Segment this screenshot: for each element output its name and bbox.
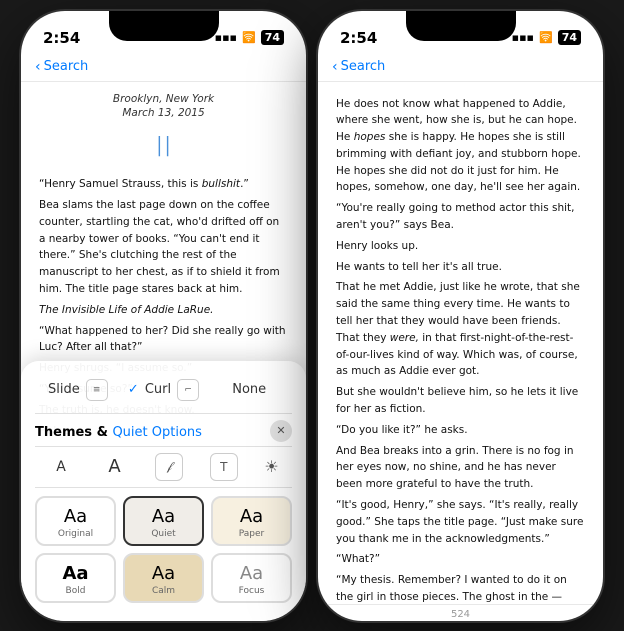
right-status-icons: ▪▪▪ 🛜 74 [512,30,581,45]
close-button[interactable]: ✕ [270,420,292,442]
font-large-btn[interactable]: A [100,454,128,479]
right-wifi-icon: 🛜 [539,31,553,44]
font-small-btn[interactable]: A [48,457,74,477]
quiet-options-label[interactable]: Quiet Options [112,425,201,440]
curl-label: Curl [145,382,171,397]
theme-calm-aa: Aa [152,563,175,584]
theme-focus-aa: Aa [240,563,263,584]
left-back-button[interactable]: ‹ Search [35,59,88,75]
theme-original-label: Original [58,529,93,539]
theme-bold-inner: Aa Bold [37,555,114,601]
para-3: “What happened to her? Did she really go… [39,323,288,357]
theme-quiet-aa: Aa [152,506,175,527]
theme-original-aa: Aa [64,506,87,527]
font-style-btn[interactable]: 𝒻 [155,453,183,481]
theme-focus[interactable]: Aa Focus [211,553,292,603]
scroll-options: Slide ≡ ✓ Curl ⌐ None [35,371,292,414]
r-para-6: “Do you like it?” he asks. [336,422,585,439]
page-number: 524 [451,609,470,620]
theme-quiet[interactable]: Aa Quiet [123,496,204,546]
notch [109,11,219,41]
themes-header: Themes & Quiet Options ✕ [35,420,292,442]
theme-quiet-inner: Aa Quiet [125,498,202,544]
phones-container: 2:54 ▪▪▪ 🛜 74 ‹ Search Brooklyn, New Yor… [11,1,613,631]
scroll-option-none[interactable]: None [206,378,292,401]
chapter-number: II [39,125,288,168]
theme-original[interactable]: Aa Original [35,496,116,546]
battery-icon: 74 [261,30,284,45]
themes-section: Themes & Quiet Options [35,421,202,440]
right-battery-icon: 74 [558,30,581,45]
r-para-5: But she wouldn't believe him, so he lets… [336,384,585,418]
left-time: 2:54 [43,29,80,47]
scroll-option-slide[interactable]: Slide ≡ [35,375,121,405]
chevron-left-icon: ‹ [35,59,41,75]
r-para-1: “You're really going to method actor thi… [336,200,585,234]
right-book-content: He does not know what happened to Addie,… [318,82,603,604]
r-para-10: “My thesis. Remember? I wanted to do it … [336,572,585,603]
theme-bold[interactable]: Aa Bold [35,553,116,603]
r-para-9: “What?” [336,551,585,568]
check-icon: ✓ [128,382,139,397]
font-type-btn[interactable]: T [210,453,238,481]
overlay-panel: Slide ≡ ✓ Curl ⌐ None Themes & Quiet Opt… [21,361,306,621]
r-para-2: Henry looks up. [336,238,585,255]
theme-calm-inner: Aa Calm [125,555,202,601]
theme-bold-label: Bold [66,586,86,596]
none-label: None [232,382,266,397]
r-para-7: And Bea breaks into a grin. There is no … [336,443,585,493]
font-controls: A A 𝒻 T ☀ [35,446,292,488]
scroll-option-curl[interactable]: ✓ Curl ⌐ [121,375,207,405]
left-status-icons: ▪▪▪ 🛜 74 [215,30,284,45]
slide-icon: ≡ [86,379,108,401]
book-header: Brooklyn, New York March 13, 2015 II [39,92,288,169]
right-back-label: Search [341,59,386,74]
theme-paper-aa: Aa [240,506,263,527]
theme-focus-inner: Aa Focus [213,555,290,601]
slide-label: Slide [48,382,80,397]
r-para-4: That he met Addie, just like he wrote, t… [336,279,585,380]
right-time: 2:54 [340,29,377,47]
theme-paper[interactable]: Aa Paper [211,496,292,546]
signal-icon: ▪▪▪ [215,31,237,44]
themes-title: Themes & [35,425,112,440]
right-phone: 2:54 ▪▪▪ 🛜 74 ‹ Search He does not know … [318,11,603,621]
wifi-icon: 🛜 [242,31,256,44]
left-back-label: Search [44,59,89,74]
theme-original-inner: Aa Original [37,498,114,544]
theme-paper-label: Paper [239,529,265,539]
theme-quiet-label: Quiet [151,529,175,539]
left-phone: 2:54 ▪▪▪ 🛜 74 ‹ Search Brooklyn, New Yor… [21,11,306,621]
r-para-8: “It's good, Henry,” she says. “It's real… [336,497,585,547]
theme-calm[interactable]: Aa Calm [123,553,204,603]
right-chevron-left-icon: ‹ [332,59,338,75]
right-back-button[interactable]: ‹ Search [332,59,385,75]
right-nav-bar: ‹ Search [318,55,603,82]
themes-grid: Aa Original Aa Quiet Aa Paper [35,496,292,603]
curl-icon: ⌐ [177,379,199,401]
theme-bold-aa: Aa [62,563,88,584]
left-nav-bar: ‹ Search [21,55,306,82]
right-notch [406,11,516,41]
para-0: “Henry Samuel Strauss, this is bullshit.… [39,176,288,193]
theme-focus-label: Focus [239,586,265,596]
r-para-3: He wants to tell her it's all true. [336,259,585,276]
para-1: Bea slams the last page down on the coff… [39,197,288,298]
r-para-0: He does not know what happened to Addie,… [336,96,585,197]
book-location: Brooklyn, New York March 13, 2015 [39,92,288,121]
theme-calm-label: Calm [152,586,175,596]
theme-paper-inner: Aa Paper [213,498,290,544]
page-number-bar: 524 [318,604,603,621]
para-2: The Invisible Life of Addie LaRue. [39,302,288,319]
right-signal-icon: ▪▪▪ [512,31,534,44]
brightness-icon[interactable]: ☀ [264,457,278,476]
